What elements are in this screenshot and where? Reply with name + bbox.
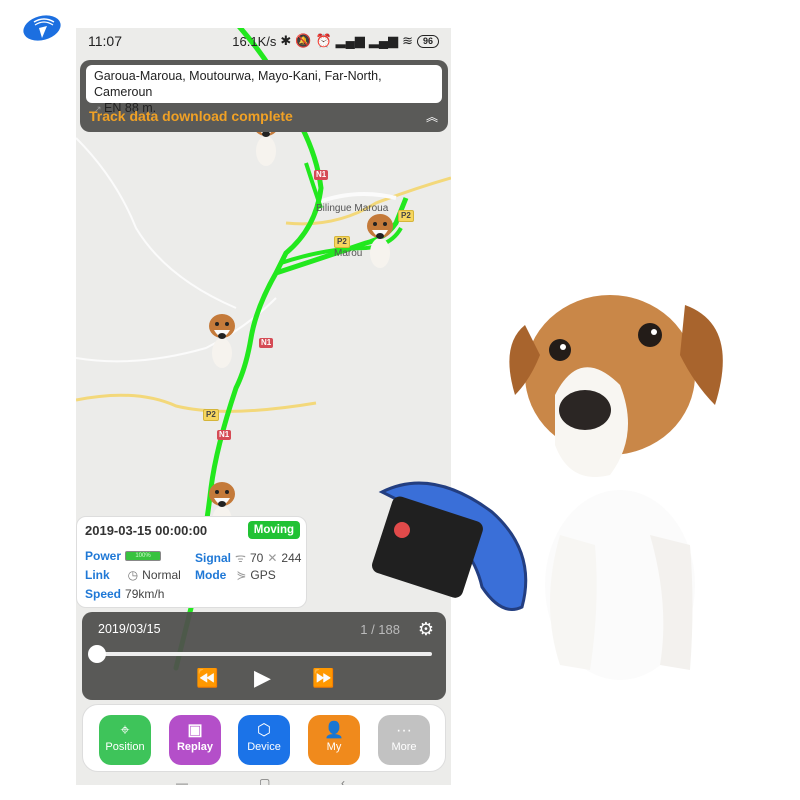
video-camera-icon: ▣	[187, 722, 203, 739]
rewind-button[interactable]: ⏪	[196, 668, 218, 689]
battery-icon: 96	[416, 34, 439, 48]
nav-device[interactable]: ⬡ Device	[238, 715, 290, 765]
phone-screen: Bilingue Maroua Marou P2 P2 N1 N1 P2 N1 …	[76, 28, 451, 785]
satellite-dish-icon: ⋟	[236, 568, 247, 582]
alarm-icon: ⏰	[315, 33, 332, 48]
speed-label: Speed	[85, 587, 122, 601]
wifi-icon: ≋	[402, 33, 413, 48]
address-text: Garoua-Maroua, Moutourwa, Mayo-Kani, Far…	[94, 69, 382, 99]
system-menu-button[interactable]: —	[176, 776, 188, 785]
speed-row: Speed 79km/h	[85, 587, 164, 601]
info-card: 2019-03-15 00:00:00 Moving Power 100% Si…	[76, 516, 307, 608]
mode-value: GPS	[250, 568, 276, 582]
power-label: Power	[85, 549, 122, 563]
mode-label: Mode	[195, 568, 227, 582]
system-home-button[interactable]: ▢	[259, 776, 270, 785]
nav-my[interactable]: 👤 My	[308, 715, 360, 765]
bottom-nav: ⌖ Position ▣ Replay ⬡ Device 👤 My ··· More	[82, 704, 446, 772]
road-badge: P2	[203, 409, 219, 421]
nav-label: Replay	[176, 741, 214, 753]
status-badge: Moving	[247, 521, 300, 539]
replay-player: 2019/03/15 1 / 188 ⚙ ⏪ ▶ ⏩	[82, 612, 446, 700]
link-label: Link	[85, 568, 110, 582]
satellite-value: 244	[281, 550, 302, 565]
power-row: Power 100%	[85, 549, 162, 563]
slider-thumb[interactable]	[88, 645, 106, 663]
signal-row: Signal ᯤ 70 ✕ 244	[195, 549, 301, 566]
dog-photo	[509, 295, 723, 680]
road-badge: N1	[217, 430, 232, 440]
double-chevron-up-icon[interactable]: ︽	[426, 108, 438, 125]
brand-logo	[23, 15, 61, 41]
nav-label: More	[391, 741, 417, 753]
user-icon: 👤	[324, 722, 344, 739]
status-time: 11:07	[88, 33, 122, 49]
road-badge: P2	[334, 236, 350, 248]
dog-marker[interactable]	[358, 208, 402, 270]
mode-row: Mode ⋟ GPS	[195, 568, 276, 582]
network-speed: 16.1K/s	[232, 33, 277, 49]
nav-label: Device	[247, 741, 281, 753]
gear-icon[interactable]: ⚙	[418, 619, 434, 640]
signal-icon: ▂▄▆	[368, 33, 399, 48]
road-badge: N1	[259, 338, 274, 348]
nav-replay[interactable]: ▣ Replay	[169, 715, 221, 765]
location-pin-icon: ⌖	[120, 722, 130, 739]
replay-date: 2019/03/15	[98, 622, 161, 636]
play-button[interactable]: ▶	[254, 665, 271, 691]
clock-icon: ◷	[127, 568, 139, 582]
nav-position[interactable]: ⌖ Position	[99, 715, 151, 765]
signal-icon: ▂▄▆	[335, 33, 365, 48]
battery-level-icon: 100%	[125, 551, 162, 561]
system-back-button[interactable]: ‹	[341, 776, 345, 785]
status-bar: 11:07 16.1K/s ✱ 🔕 ⏰ ▂▄▆ ▂▄▆ ≋ 96	[76, 28, 451, 54]
mute-icon: 🔕	[295, 33, 312, 48]
link-row: Link ◷ Normal	[85, 568, 181, 582]
replay-position: 1 / 188	[360, 622, 400, 637]
speed-value: 79km/h	[125, 587, 165, 601]
address-box: Garoua-Maroua, Moutourwa, Mayo-Kani, Far…	[86, 65, 442, 115]
dog-marker[interactable]	[200, 308, 244, 370]
bluetooth-icon: ✱	[280, 33, 292, 48]
address-panel: Garoua-Maroua, Moutourwa, Mayo-Kani, Far…	[80, 60, 448, 132]
signal-value: 70	[249, 550, 264, 565]
nav-label: Position	[105, 741, 145, 753]
nav-more[interactable]: ··· More	[378, 715, 430, 765]
wifi-icon: ᯤ	[235, 551, 246, 565]
road-badge: N1	[314, 170, 329, 180]
replay-slider[interactable]	[96, 652, 432, 656]
more-dots-icon: ···	[396, 722, 412, 739]
link-value: Normal	[142, 568, 181, 582]
nav-label: My	[326, 741, 342, 753]
download-status: Track data download complete	[89, 108, 293, 124]
signal-label: Signal	[195, 550, 232, 565]
satellite-icon: ✕	[267, 550, 278, 565]
cube-icon: ⬡	[257, 722, 271, 739]
fast-forward-button[interactable]: ⏩	[312, 668, 334, 689]
